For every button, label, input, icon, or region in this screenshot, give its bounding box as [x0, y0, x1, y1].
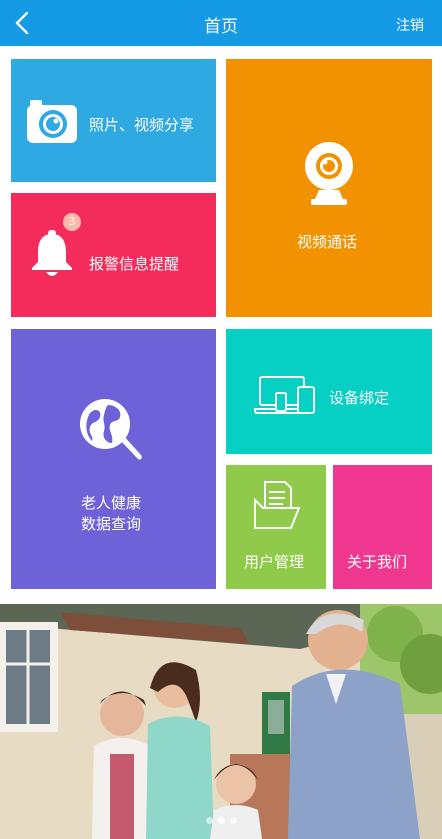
- carousel-dot-1[interactable]: [206, 817, 213, 824]
- tile-user-label: 用户管理: [244, 553, 305, 571]
- tile-alarm-reminder[interactable]: 3 报警信息提醒: [11, 193, 216, 317]
- folder-document-icon: [254, 481, 301, 529]
- tile-alarm-label: 报警信息提醒: [89, 255, 180, 273]
- carousel-dot-3[interactable]: [230, 817, 237, 824]
- tile-video-call[interactable]: 视频通话: [226, 59, 432, 317]
- tile-user-management[interactable]: 用户管理: [226, 465, 326, 589]
- logout-button[interactable]: 注销: [396, 15, 424, 35]
- camera-icon: [27, 100, 77, 143]
- tile-photo-video-share[interactable]: 照片、视频分享: [11, 59, 216, 182]
- tile-photo-label: 照片、视频分享: [89, 116, 195, 134]
- carousel-dot-2[interactable]: [218, 817, 225, 824]
- family-photo-illustration: [0, 604, 442, 839]
- tile-device-binding[interactable]: 设备绑定: [226, 329, 432, 454]
- page-title: 首页: [204, 17, 238, 37]
- tile-video-label: 视频通话: [297, 233, 358, 251]
- tile-health-label-line2: 数据查询: [81, 515, 142, 533]
- tile-health-label-line1: 老人健康: [81, 494, 142, 512]
- bell-icon: [32, 230, 72, 276]
- banner-family-photo[interactable]: [0, 604, 442, 839]
- webcam-icon: [305, 142, 353, 205]
- devices-icon: [254, 376, 315, 414]
- tile-about-label: 关于我们: [347, 553, 408, 571]
- globe-search-icon: [80, 399, 142, 460]
- tile-device-label: 设备绑定: [329, 389, 390, 407]
- alarm-count-badge: 3: [63, 213, 81, 231]
- tile-about-us[interactable]: 关于我们: [333, 465, 432, 589]
- tile-elder-health-data[interactable]: 老人健康 数据查询: [11, 329, 216, 589]
